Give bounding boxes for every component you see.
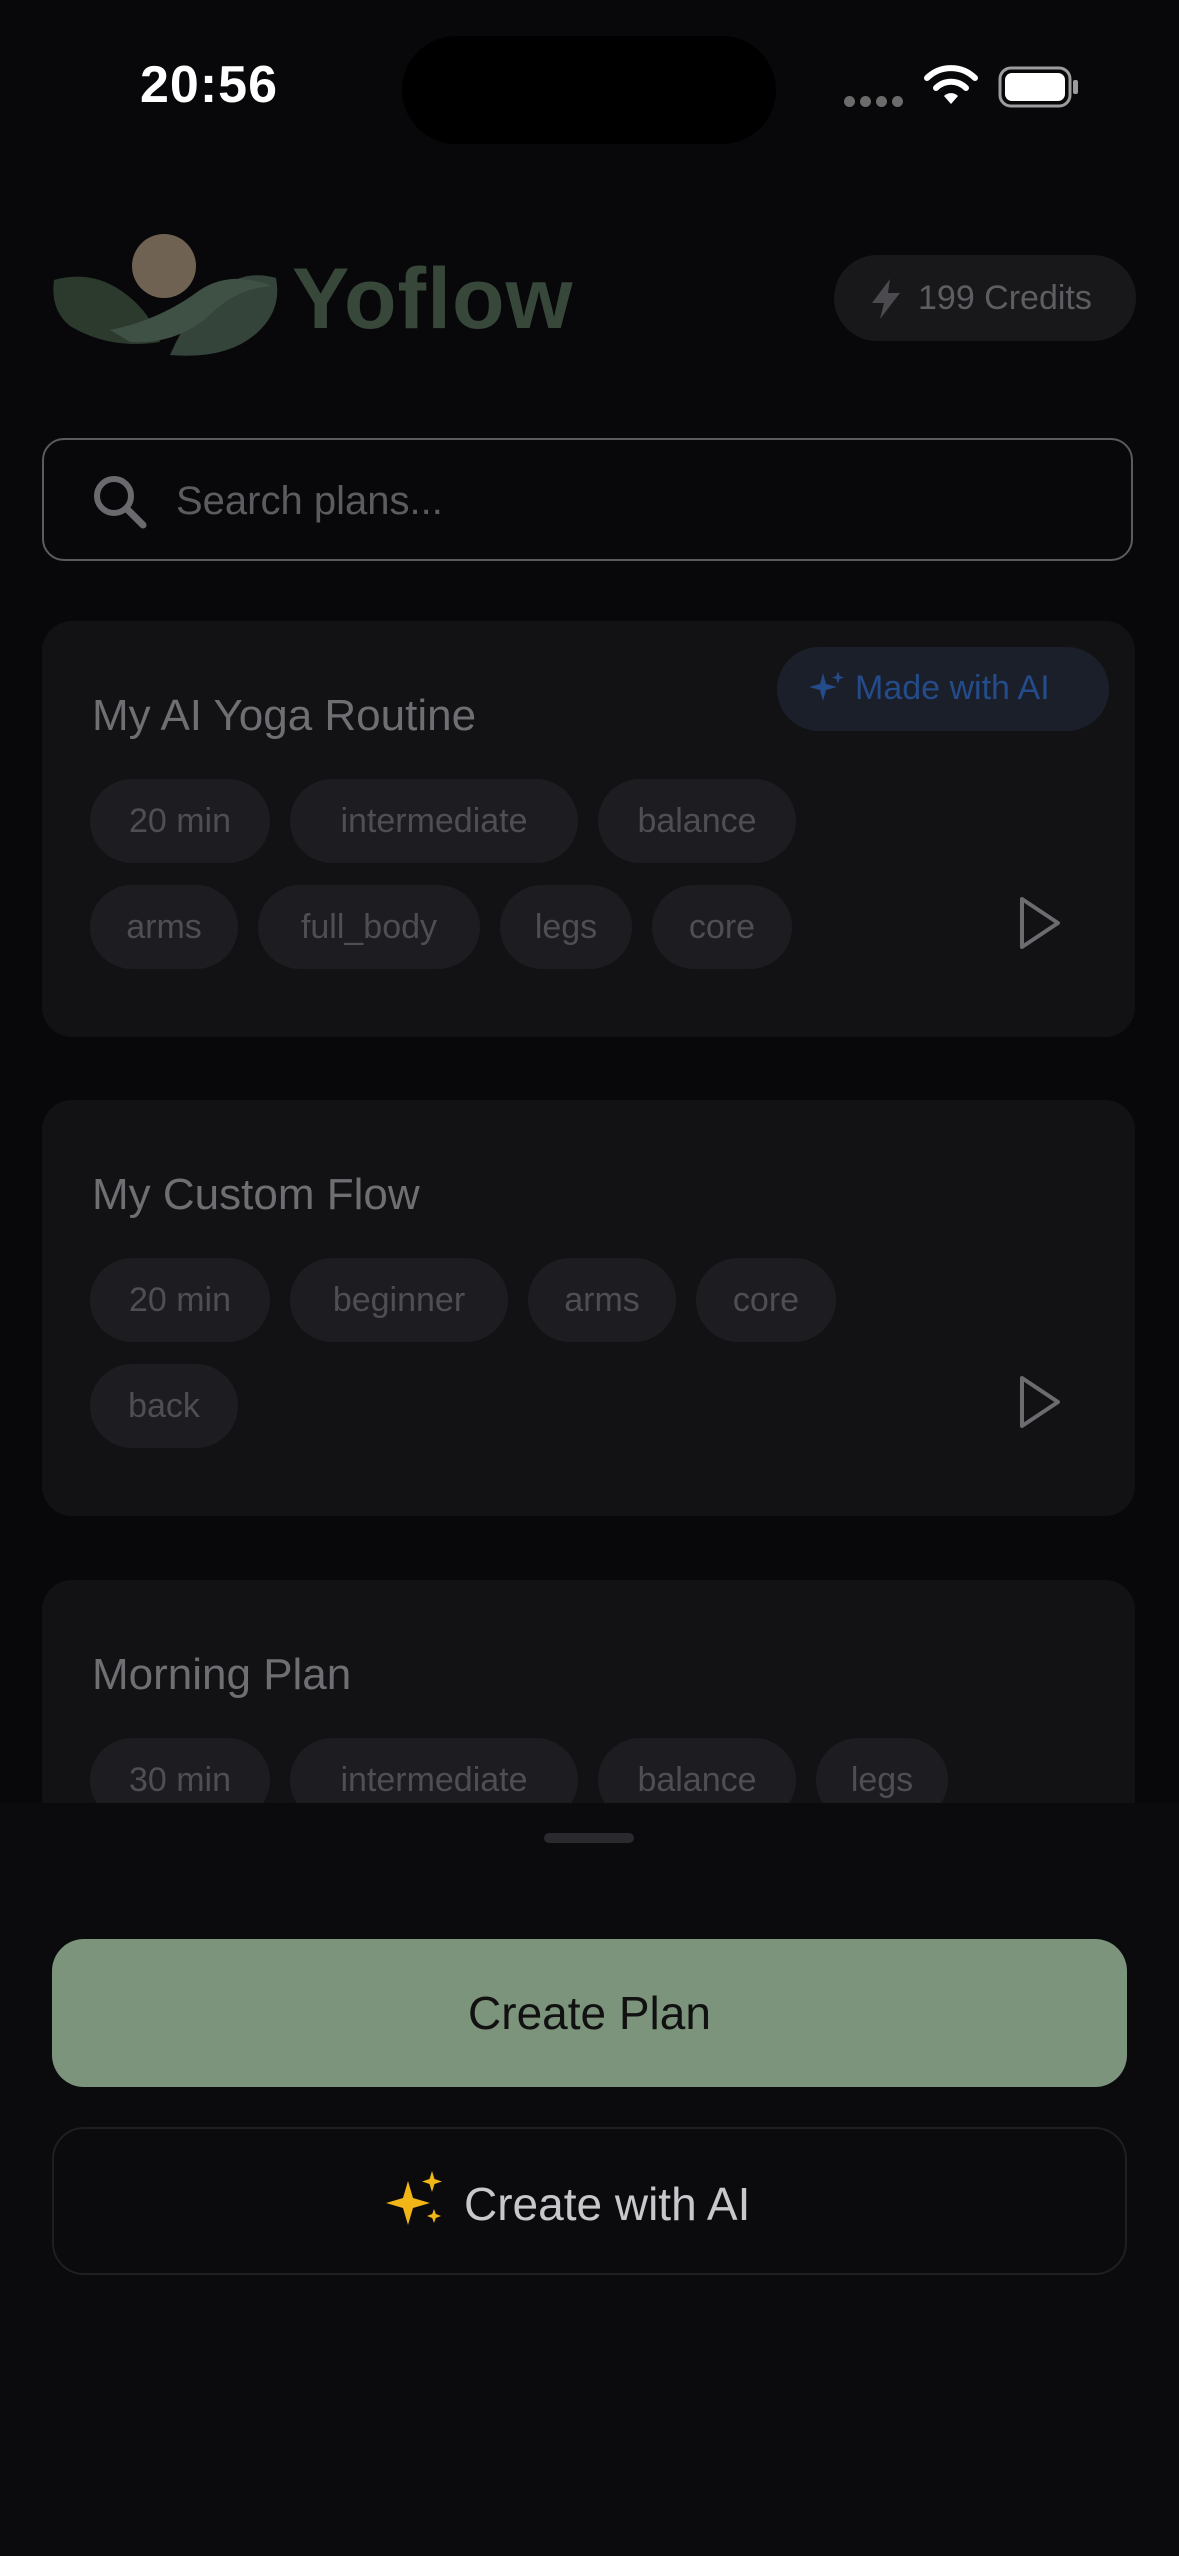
status-bar: 20:56 (0, 0, 1179, 170)
sparkle-icon (384, 2169, 448, 2244)
tag-chip: full_body (258, 885, 480, 969)
tag-chip: core (696, 1258, 836, 1342)
bolt-icon (868, 277, 904, 326)
plan-title: My Custom Flow (92, 1170, 420, 1219)
sparkle-icon (807, 669, 847, 714)
tag-chip: balance (598, 779, 796, 863)
credits-badge[interactable]: 199 Credits (834, 255, 1136, 341)
dynamic-island (402, 36, 776, 144)
tag-chip: beginner (290, 1258, 508, 1342)
sheet-handle[interactable] (544, 1833, 634, 1843)
action-sheet: Create Plan Create with AI (0, 1803, 1179, 2556)
battery-icon (998, 66, 1080, 113)
tag-chip: intermediate (290, 779, 578, 863)
tag-chip: legs (500, 885, 632, 969)
made-with-ai-badge: Made with AI (777, 647, 1109, 731)
app-header: Yoflow 199 Credits (0, 230, 1179, 370)
search-bar[interactable] (42, 438, 1133, 561)
search-icon (92, 474, 148, 535)
create-with-ai-button[interactable]: Create with AI (52, 2127, 1127, 2275)
credits-label: 199 Credits (918, 279, 1092, 317)
create-with-ai-label: Create with AI (464, 2178, 751, 2230)
plan-title: Morning Plan (92, 1650, 352, 1699)
create-plan-button[interactable]: Create Plan (52, 1939, 1127, 2087)
search-input[interactable] (174, 470, 1078, 532)
wifi-icon (922, 64, 980, 113)
plan-card[interactable]: My AI Yoga Routine Made with AI 20 min i… (42, 621, 1135, 1037)
tag-chip: arms (528, 1258, 676, 1342)
play-icon[interactable] (1012, 891, 1066, 960)
tag-chip: arms (90, 885, 238, 969)
plan-card[interactable]: My Custom Flow 20 min beginner arms core… (42, 1100, 1135, 1516)
tag-chip: back (90, 1364, 238, 1448)
signal-icon (844, 94, 908, 112)
tag-chip: core (652, 885, 792, 969)
brand-name: Yoflow (292, 251, 574, 347)
tag-chip: 20 min (90, 1258, 270, 1342)
status-time: 20:56 (140, 56, 278, 114)
yoflow-logo-icon (50, 230, 280, 375)
made-with-ai-label: Made with AI (855, 669, 1050, 707)
tag-chip: 20 min (90, 779, 270, 863)
play-icon[interactable] (1012, 1370, 1066, 1439)
plan-title: My AI Yoga Routine (92, 691, 477, 740)
